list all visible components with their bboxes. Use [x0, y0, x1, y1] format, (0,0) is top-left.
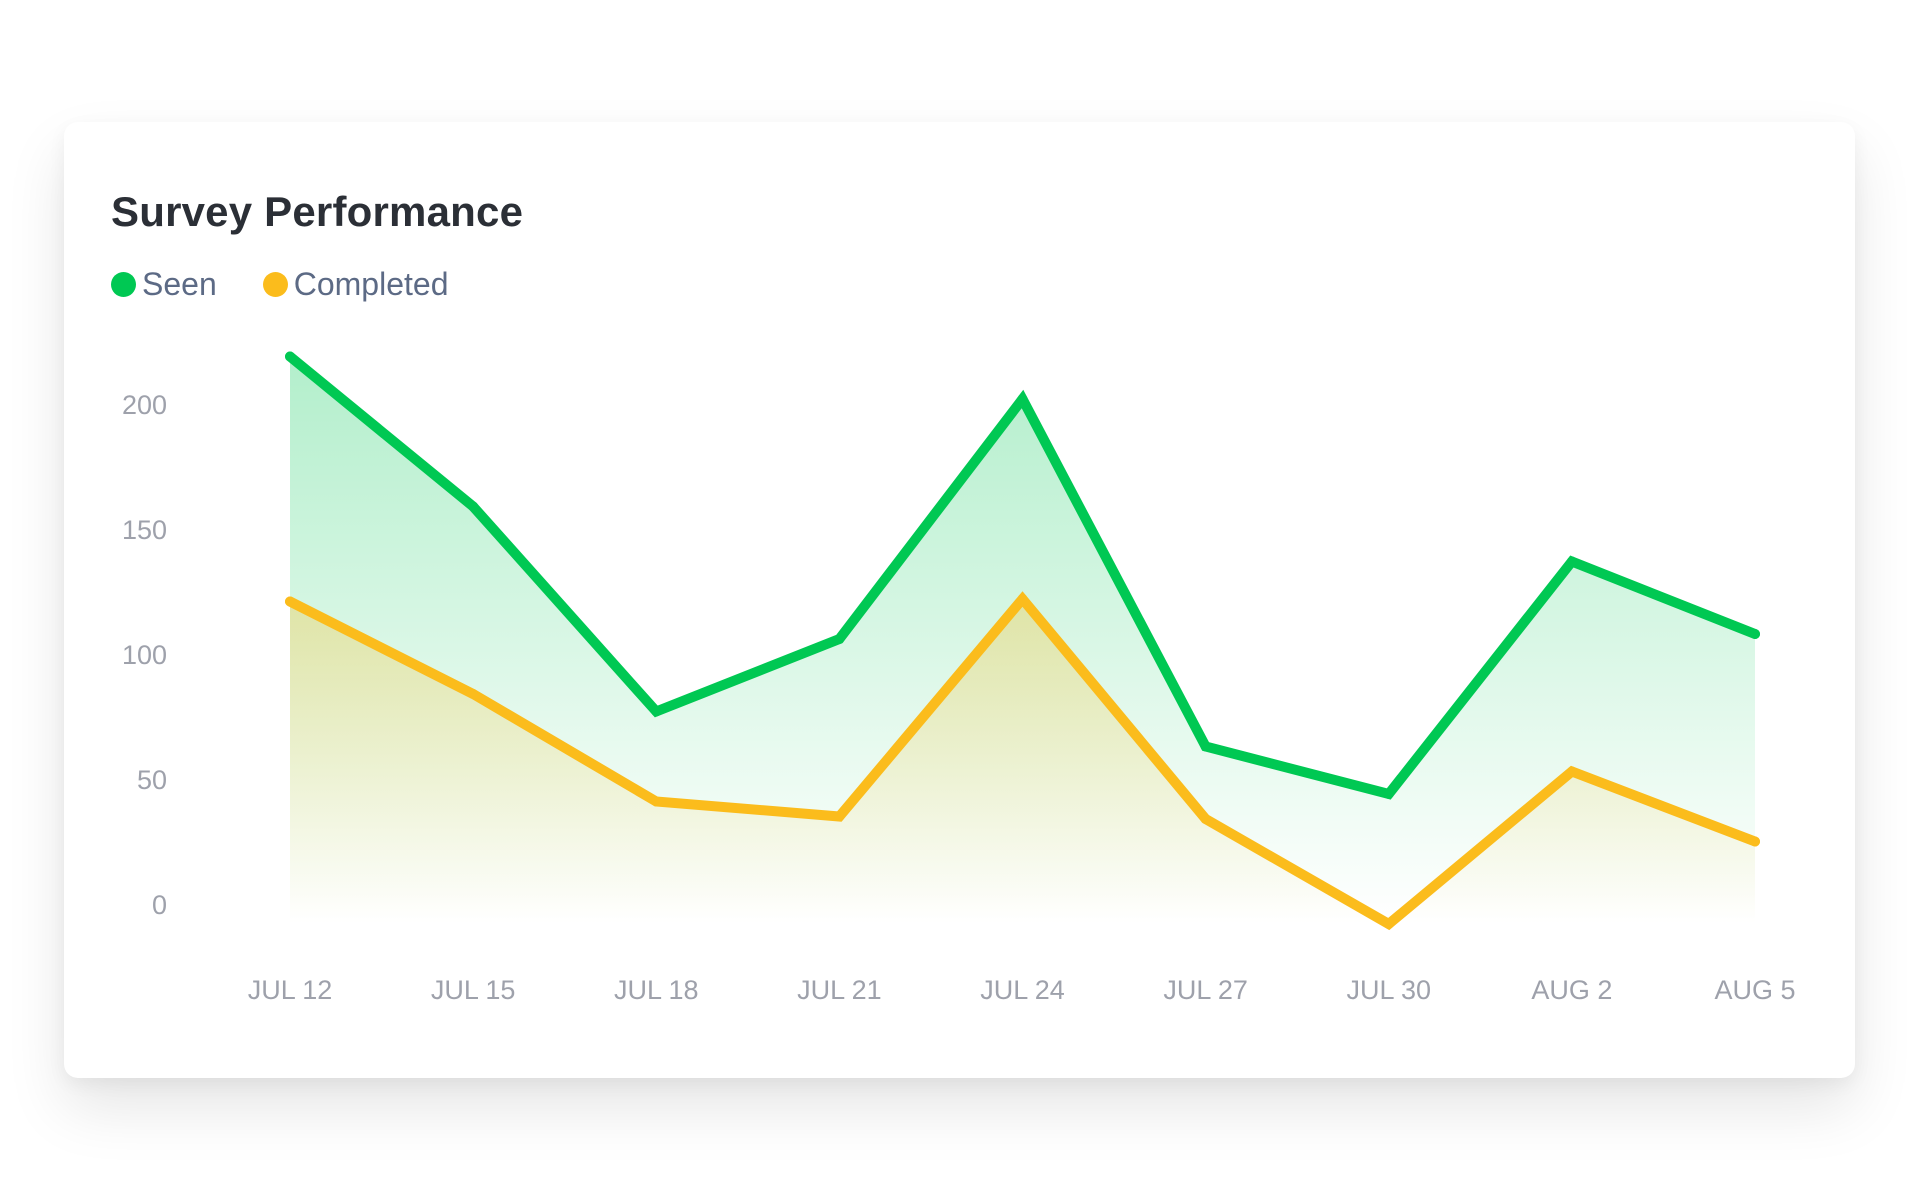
chart-plot: 050100150200 JUL 12 JUL 15 JUL 18 JUL 21 JUL…	[122, 351, 1796, 1005]
point-seen-jul-18[interactable]	[651, 706, 662, 717]
y-tick-label: 100	[122, 640, 167, 670]
y-tick-label: 50	[137, 765, 167, 795]
y-tick-label: 150	[122, 515, 167, 545]
x-tick-label: JUL 15	[431, 975, 516, 1005]
x-tick-label: JUL 30	[1346, 975, 1431, 1005]
point-completed-jul-21[interactable]	[834, 811, 845, 822]
point-completed-jul-30[interactable]	[1383, 919, 1394, 929]
point-seen-jul-24[interactable]	[1017, 394, 1028, 404]
x-tick-label: JUL 12	[248, 975, 333, 1005]
point-completed-jul-24[interactable]	[1017, 594, 1028, 604]
point-seen-jul-21[interactable]	[834, 634, 845, 644]
x-tick-label: JUL 27	[1163, 975, 1248, 1005]
y-axis: 0 50 100 150 200	[122, 390, 167, 920]
y-tick-label: 0	[152, 890, 167, 920]
x-tick-label: JUL 21	[797, 975, 882, 1005]
x-tick-label: AUG 5	[1714, 975, 1795, 1005]
x-tick-label: JUL 24	[980, 975, 1065, 1005]
point-seen-jul-27[interactable]	[1200, 741, 1211, 752]
point-completed-aug-2[interactable]	[1566, 766, 1577, 777]
x-axis: JUL 12 JUL 15 JUL 18 JUL 21 JUL 24 JUL 27 JUL …	[248, 975, 1796, 1005]
point-completed-jul-18[interactable]	[651, 796, 662, 807]
point-seen-aug-2[interactable]	[1566, 556, 1577, 567]
x-tick-label: AUG 2	[1531, 975, 1612, 1005]
point-seen-jul-15[interactable]	[468, 501, 479, 512]
point-seen-jul-30[interactable]	[1383, 789, 1394, 799]
point-completed-jul-15[interactable]	[468, 689, 479, 699]
point-completed-jul-27[interactable]	[1200, 814, 1211, 824]
x-tick-label: JUL 18	[614, 975, 699, 1005]
point-seen-jul-12[interactable]	[285, 351, 295, 362]
y-tick-label: 200	[122, 390, 167, 420]
point-seen-aug-5[interactable]	[1750, 629, 1760, 639]
point-completed-jul-12[interactable]	[285, 596, 295, 607]
area-layer	[290, 356, 1755, 924]
point-completed-aug-5[interactable]	[1750, 836, 1760, 847]
